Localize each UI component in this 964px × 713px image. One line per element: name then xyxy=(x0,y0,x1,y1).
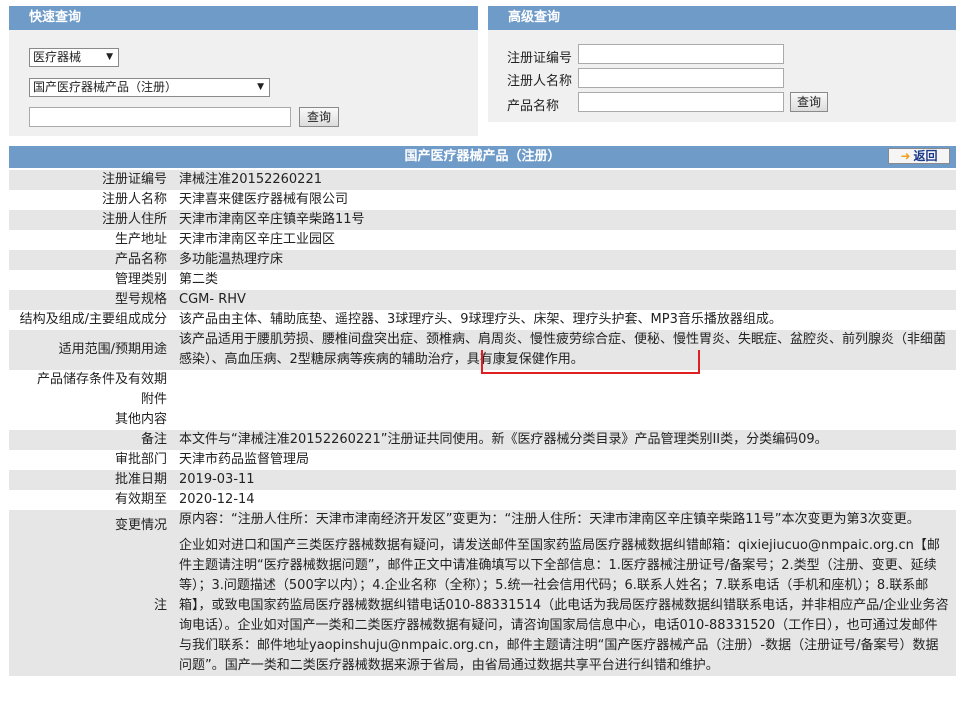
row-value: 2020-12-14 xyxy=(179,492,255,507)
row-label: 注册人名称 xyxy=(101,192,167,207)
table-row: 管理类别 第二类 xyxy=(9,270,956,290)
row-label: 变更情况 xyxy=(114,518,167,533)
arrow-right-icon: ➜ xyxy=(900,149,911,163)
category-select[interactable]: 医疗器械 ▼ xyxy=(29,48,119,67)
result-title: 国产医疗器械产品（注册） xyxy=(404,149,561,164)
row-label: 生产地址 xyxy=(114,232,167,247)
reg-no-label: 注册证编号 xyxy=(507,51,573,66)
row-label: 注册人住所 xyxy=(101,212,167,227)
table-row: 注册人名称 天津喜来健医疗器械有限公司 xyxy=(9,190,956,210)
row-value: 天津市药品监督管理局 xyxy=(179,452,310,467)
row-value: 津械注准20152260221 xyxy=(179,172,322,187)
row-value: 多功能温热理疗床 xyxy=(179,252,284,267)
table-row: 审批部门 天津市药品监督管理局 xyxy=(9,450,956,470)
row-label: 注册证编号 xyxy=(101,172,167,187)
reg-no-input[interactable] xyxy=(578,44,784,64)
quick-search-button[interactable]: 查询 xyxy=(299,107,339,127)
advanced-search-title: 高级查询 xyxy=(488,6,956,30)
row-value: 该产品由主体、辅助底垫、遥控器、3球理疗头、9球理疗头、床架、理疗头护套、MP3… xyxy=(179,312,782,327)
row-label: 备注 xyxy=(140,432,167,447)
table-row: 变更情况 原内容：“注册人住所：天津市津南经济开发区”变更为：“注册人住所：天津… xyxy=(9,510,956,536)
row-label: 型号规格 xyxy=(114,292,167,307)
table-row: 产品名称 多功能温热理疗床 xyxy=(9,250,956,270)
quick-search-title: 快速查询 xyxy=(9,6,478,30)
row-value: CGM- RHV xyxy=(179,292,246,307)
row-value: 本文件与“津械注准20152260221”注册证共同使用。新《医疗器械分类目录》… xyxy=(179,432,828,447)
row-label: 产品名称 xyxy=(114,252,167,267)
row-label: 有效期至 xyxy=(114,492,167,507)
row-value: 天津喜来健医疗器械有限公司 xyxy=(179,192,349,207)
table-row: 生产地址 天津市津南区辛庄工业园区 xyxy=(9,230,956,250)
product-type-select-value: 国产医疗器械产品（注册） xyxy=(33,80,178,94)
row-label: 管理类别 xyxy=(114,272,167,287)
advanced-search-panel: 高级查询 注册证编号 注册人名称 产品名称 查询 xyxy=(488,6,956,122)
row-label: 产品储存条件及有效期 xyxy=(36,372,167,387)
row-value: 2019-03-11 xyxy=(179,472,255,487)
table-row: 结构及组成/主要组成成分 该产品由主体、辅助底垫、遥控器、3球理疗头、9球理疗头… xyxy=(9,310,956,330)
table-row: 注 企业如对进口和国产三类医疗器械数据有疑问，请发送邮件至国家药监局医疗器械数据… xyxy=(9,536,956,676)
chevron-down-icon: ▼ xyxy=(106,52,113,62)
row-label: 其他内容 xyxy=(114,412,167,427)
table-row: 型号规格 CGM- RHV xyxy=(9,290,956,310)
row-label: 注 xyxy=(153,598,167,613)
product-name-label: 产品名称 xyxy=(507,99,560,114)
table-row: 其他内容 xyxy=(9,410,956,430)
row-label: 结构及组成/主要组成成分 xyxy=(19,312,167,327)
row-label: 适用范围/预期用途 xyxy=(58,342,167,357)
table-row: 备注 本文件与“津械注准20152260221”注册证共同使用。新《医疗器械分类… xyxy=(9,430,956,450)
table-row: 有效期至 2020-12-14 xyxy=(9,490,956,510)
table-row: 注册人住所 天津市津南区辛庄镇辛柴路11号 xyxy=(9,210,956,230)
row-value xyxy=(171,390,956,410)
row-value: 原内容：“注册人住所：天津市津南经济开发区”变更为：“注册人住所：天津市津南区辛… xyxy=(179,512,920,527)
registrant-label: 注册人名称 xyxy=(507,74,573,89)
row-label: 批准日期 xyxy=(114,472,167,487)
row-value: 第二类 xyxy=(179,272,219,287)
row-value: 天津市津南区辛庄工业园区 xyxy=(179,232,336,247)
back-button-label: 返回 xyxy=(913,149,938,163)
highlight-annotation xyxy=(481,350,700,374)
table-row: 注册证编号 津械注准20152260221 xyxy=(9,170,956,190)
category-select-value: 医疗器械 xyxy=(33,50,82,64)
product-type-select[interactable]: 国产医疗器械产品（注册） ▼ xyxy=(29,78,270,97)
result-header: 国产医疗器械产品（注册） ➜ 返回 xyxy=(9,146,956,168)
row-value: 天津市津南区辛庄镇辛柴路11号 xyxy=(179,212,365,227)
quick-search-panel: 快速查询 医疗器械 ▼ 国产医疗器械产品（注册） ▼ 查询 xyxy=(9,6,478,136)
advanced-search-button[interactable]: 查询 xyxy=(790,92,828,112)
product-name-input[interactable] xyxy=(578,92,784,112)
detail-table: 注册证编号 津械注准20152260221 注册人名称 天津喜来健医疗器械有限公… xyxy=(9,170,956,676)
table-row: 附件 xyxy=(9,390,956,410)
back-button[interactable]: ➜ 返回 xyxy=(888,148,950,164)
registrant-input[interactable] xyxy=(578,68,784,88)
row-label: 审批部门 xyxy=(114,452,167,467)
row-value: 企业如对进口和国产三类医疗器械数据有疑问，请发送邮件至国家药监局医疗器械数据纠错… xyxy=(179,538,949,673)
chevron-down-icon: ▼ xyxy=(257,82,264,92)
row-value xyxy=(171,410,956,430)
table-row: 批准日期 2019-03-11 xyxy=(9,470,956,490)
row-label: 附件 xyxy=(140,392,167,407)
keyword-input[interactable] xyxy=(29,107,291,127)
